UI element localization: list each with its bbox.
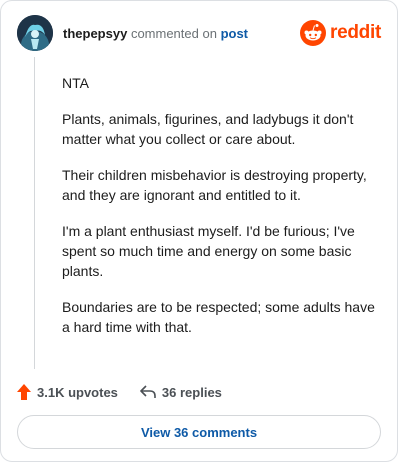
upvote-arrow-icon <box>17 384 31 400</box>
reply-count: 36 replies <box>161 384 222 400</box>
comment-card: thepepsyy commented on post reddit NTA P… <box>0 0 398 462</box>
username[interactable]: thepepsyy <box>63 26 127 41</box>
reddit-snoo-icon <box>300 20 327 46</box>
user-avatar[interactable] <box>17 15 53 51</box>
comment-paragraph: NTA <box>62 75 89 91</box>
comment-paragraph: I'm a plant enthusiast myself. I'd be fu… <box>62 223 355 279</box>
view-comments-button[interactable]: View 36 comments <box>17 415 381 449</box>
reddit-logo[interactable]: reddit <box>300 20 381 46</box>
comment-meta: thepepsyy commented on post <box>63 26 248 41</box>
reply-arrow-icon <box>140 385 156 398</box>
comment-header: thepepsyy commented on post reddit <box>17 15 381 55</box>
replies-button[interactable]: 36 replies <box>140 385 222 400</box>
comment-paragraph: Boundaries are to be respected; some adu… <box>62 299 375 335</box>
commented-on-text: commented on <box>130 26 217 41</box>
upvote-button[interactable]: 3.1K upvotes <box>17 384 118 400</box>
comment-paragraph: Plants, animals, figurines, and ladybugs… <box>62 111 354 147</box>
comment-actions: 3.1K upvotes 36 replies <box>17 381 381 403</box>
comment-body: NTA Plants, animals, figurines, and lady… <box>62 73 380 353</box>
post-link[interactable]: post <box>221 26 248 41</box>
avatar-image <box>17 15 53 51</box>
reddit-wordmark: reddit <box>330 22 381 43</box>
upvote-count: 3.1K upvotes <box>37 384 118 400</box>
thread-line <box>34 57 35 369</box>
comment-paragraph: Their children misbehavior is destroying… <box>62 167 367 203</box>
